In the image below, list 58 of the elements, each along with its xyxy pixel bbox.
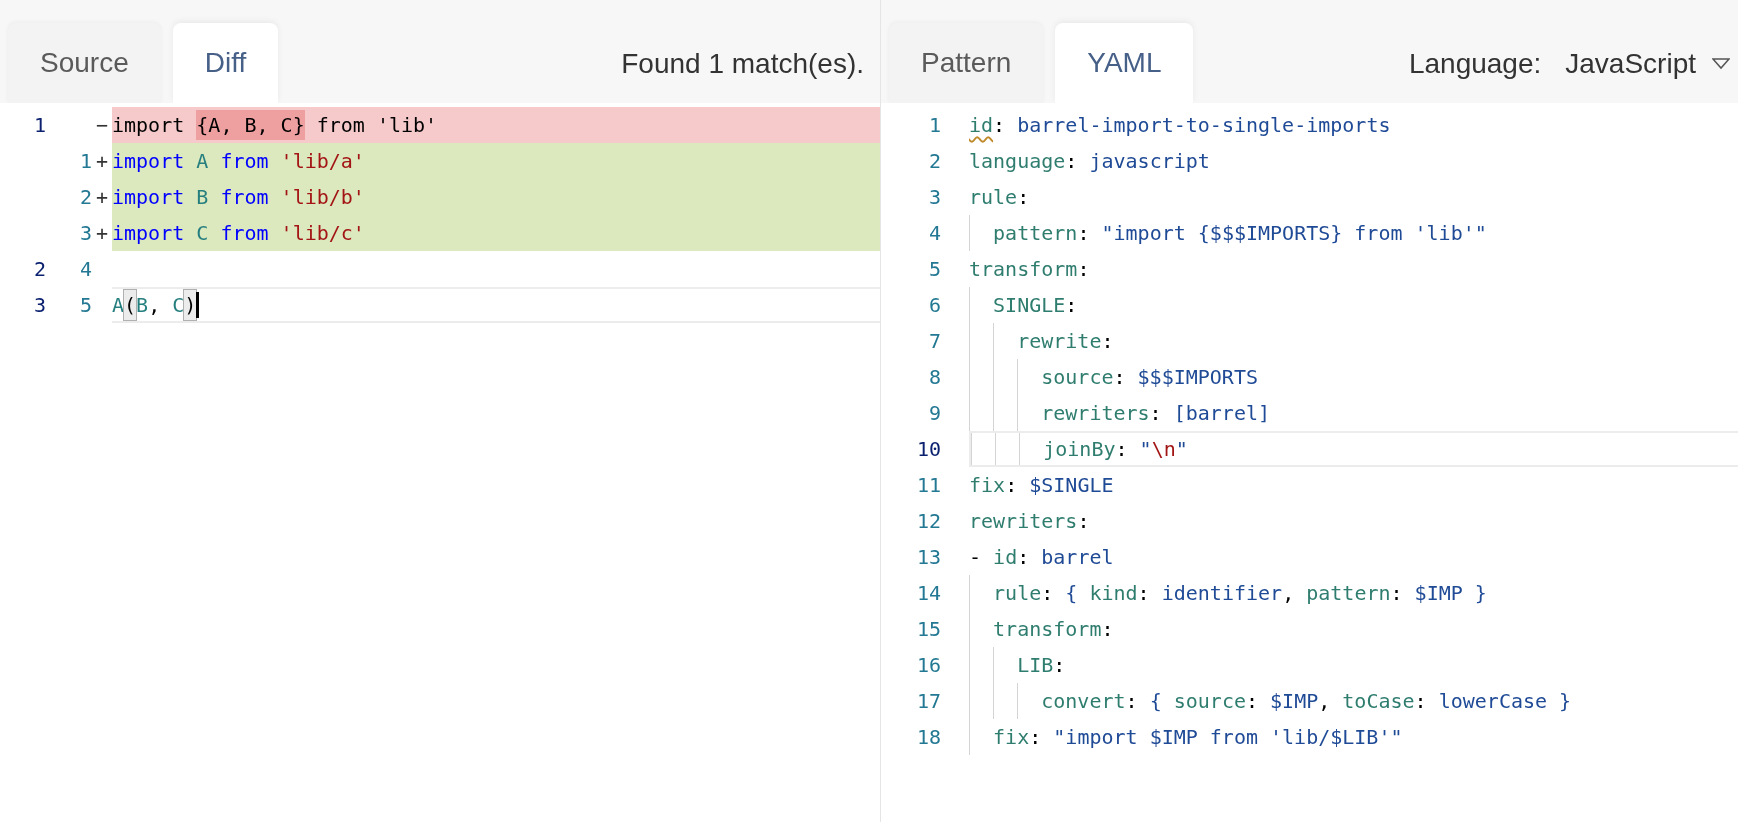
line-number: 16: [915, 652, 941, 679]
tab[interactable]: Pattern: [889, 23, 1044, 103]
tab[interactable]: YAML: [1055, 23, 1194, 103]
line-number: 7: [927, 328, 941, 355]
text-cursor: [196, 292, 200, 318]
line-number: 17: [915, 688, 941, 715]
diff-marker: +: [94, 220, 109, 247]
line-number: 12: [915, 508, 941, 535]
line-number: 18: [915, 724, 941, 751]
line-number: 1: [32, 112, 47, 139]
line-number: 15: [915, 616, 941, 643]
line-number: 10: [915, 436, 941, 463]
line-number: 2: [78, 184, 92, 211]
code-line: A(B, C): [112, 287, 880, 323]
code-line: joinBy: "\n": [969, 431, 1738, 467]
line-number: 5: [927, 256, 941, 283]
line-number: 14: [915, 580, 941, 607]
line-number: 2: [32, 256, 47, 283]
code-line: rewriters: [barrel]: [969, 395, 1738, 431]
code-line: fix: $SINGLE: [969, 472, 1115, 499]
line-number: 2: [927, 148, 941, 175]
code-line: convert: { source: $IMP, toCase: lowerCase }: [969, 683, 1738, 719]
code-line: rewriters:: [969, 508, 1091, 535]
line-number: 3: [32, 292, 47, 319]
match-status: Found 1 match(es).: [621, 46, 864, 81]
code-line: SINGLE:: [969, 287, 1738, 323]
language-label: Language:: [1408, 46, 1542, 81]
code-line: fix: "import $IMP from 'lib/$LIB'": [969, 719, 1738, 755]
code-line: source: $$$IMPORTS: [969, 359, 1738, 395]
diff-marker: −: [94, 112, 109, 139]
line-number: 6: [927, 292, 941, 319]
line-number: 11: [915, 472, 941, 499]
line-number: 13: [915, 544, 941, 571]
code-line: pattern: "import {$$$IMPORTS} from 'lib'": [969, 215, 1738, 251]
code-line: id: barrel-import-to-single-imports: [969, 112, 1392, 139]
tab[interactable]: Diff: [172, 23, 279, 103]
line-number: 4: [78, 256, 92, 283]
line-number: 9: [927, 400, 941, 427]
caret-icon: [1712, 57, 1730, 70]
code-line: - id: barrel: [969, 544, 1115, 571]
line-number: 1: [927, 112, 941, 139]
line-number: 4: [927, 220, 941, 247]
line-number: 3: [78, 220, 92, 247]
line-number: 8: [927, 364, 941, 391]
diff-marker: +: [94, 184, 109, 211]
code-line: LIB:: [969, 647, 1738, 683]
line-number: 1: [78, 148, 92, 175]
code-line: language: javascript: [969, 148, 1211, 175]
code-line: rule: { kind: identifier, pattern: $IMP }: [969, 575, 1738, 611]
diff-marker: +: [94, 148, 109, 175]
tab[interactable]: Source: [8, 23, 161, 103]
language-select[interactable]: JavaScript: [1565, 42, 1730, 85]
line-number: 3: [927, 184, 941, 211]
code-line: transform:: [969, 256, 1091, 283]
code-line: transform:: [969, 611, 1738, 647]
line-number: 5: [78, 292, 92, 319]
code-line: rule:: [969, 184, 1031, 211]
code-line: rewrite:: [969, 323, 1738, 359]
